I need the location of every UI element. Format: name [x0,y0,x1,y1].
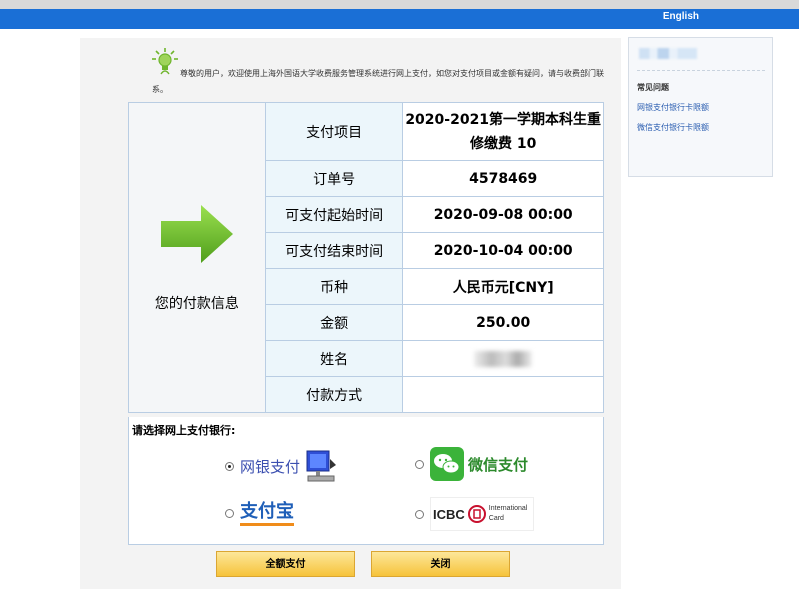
row-label-name: 姓名 [264,340,404,377]
row-value-item: 2020-2021第一学期本科生重修缴费 10 [402,102,604,161]
online-banking-label: 网银支付 [240,457,301,476]
row-value-amount: 250.00 [402,304,604,341]
row-value-currency: 人民币元[CNY] [402,268,604,305]
payment-info-section: 您的付款信息 [128,102,266,413]
faq-link-wechat-limit[interactable]: 微信支付银行卡限额 [637,122,709,133]
bank-selection-panel: 请选择网上支付银行: 网银支付 微信支付 支付宝 ICBC Internatio… [128,417,604,545]
wechat-pay-label: 微信支付 [468,455,529,474]
icbc-emblem-icon [467,505,486,523]
notice-text: 尊敬的用户，欢迎使用上海外国语大学收费服务管理系统进行网上支付，如您对支付项目或… [152,69,604,94]
option-alipay[interactable]: 支付宝 [225,501,294,526]
divider [637,70,765,71]
row-label-start: 可支付起始时间 [264,196,404,233]
radio-online-banking[interactable] [225,461,234,471]
bank-selection-title: 请选择网上支付银行: [132,424,236,437]
row-value-end: 2020-10-04 00:00 [402,232,604,269]
faq-sidebar: 常见问题 网银支付银行卡限额 微信支付银行卡限额 [628,37,773,177]
row-label-order: 订单号 [264,160,404,197]
faq-title: 常见问题 [637,83,669,92]
close-button[interactable]: 关闭 [371,551,510,577]
blurred-user-info [639,48,697,59]
option-online-banking[interactable]: 网银支付 [225,449,338,483]
blurred-name [474,350,533,367]
wechat-icon [430,447,464,481]
icbc-international: International [488,505,528,512]
icbc-card: Card [488,515,504,522]
option-wechat-pay[interactable]: 微信支付 [415,447,528,481]
radio-alipay[interactable] [225,509,234,518]
computer-icon [306,450,337,482]
row-label-end: 可支付结束时间 [264,232,404,269]
row-label-amount: 金额 [264,304,404,341]
icbc-text: ICBC [433,506,465,522]
payment-info-label: 您的付款信息 [154,295,239,312]
row-value-method [402,376,604,413]
option-icbc[interactable]: ICBC International Card [415,497,534,531]
row-label-currency: 币种 [264,268,404,305]
row-value-order: 4578469 [402,160,604,197]
pay-full-button[interactable]: 全额支付 [216,551,355,577]
row-value-name [402,340,604,377]
icbc-logo: ICBC International Card [430,497,534,531]
browser-top-strip [0,0,799,9]
row-value-start: 2020-09-08 00:00 [402,196,604,233]
english-link[interactable]: English [663,11,699,22]
top-bar: English [0,9,799,29]
radio-icbc[interactable] [415,509,424,519]
faq-link-bank-limit[interactable]: 网银支付银行卡限额 [637,102,709,113]
alipay-logo: 支付宝 [240,501,294,526]
right-arrow-icon [160,204,233,263]
payment-info-table: 您的付款信息 支付项目 2020-2021第一学期本科生重修缴费 10 订单号 … [128,102,604,413]
row-label-method: 付款方式 [264,376,404,413]
radio-wechat-pay[interactable] [415,459,424,469]
row-label-item: 支付项目 [264,102,404,161]
